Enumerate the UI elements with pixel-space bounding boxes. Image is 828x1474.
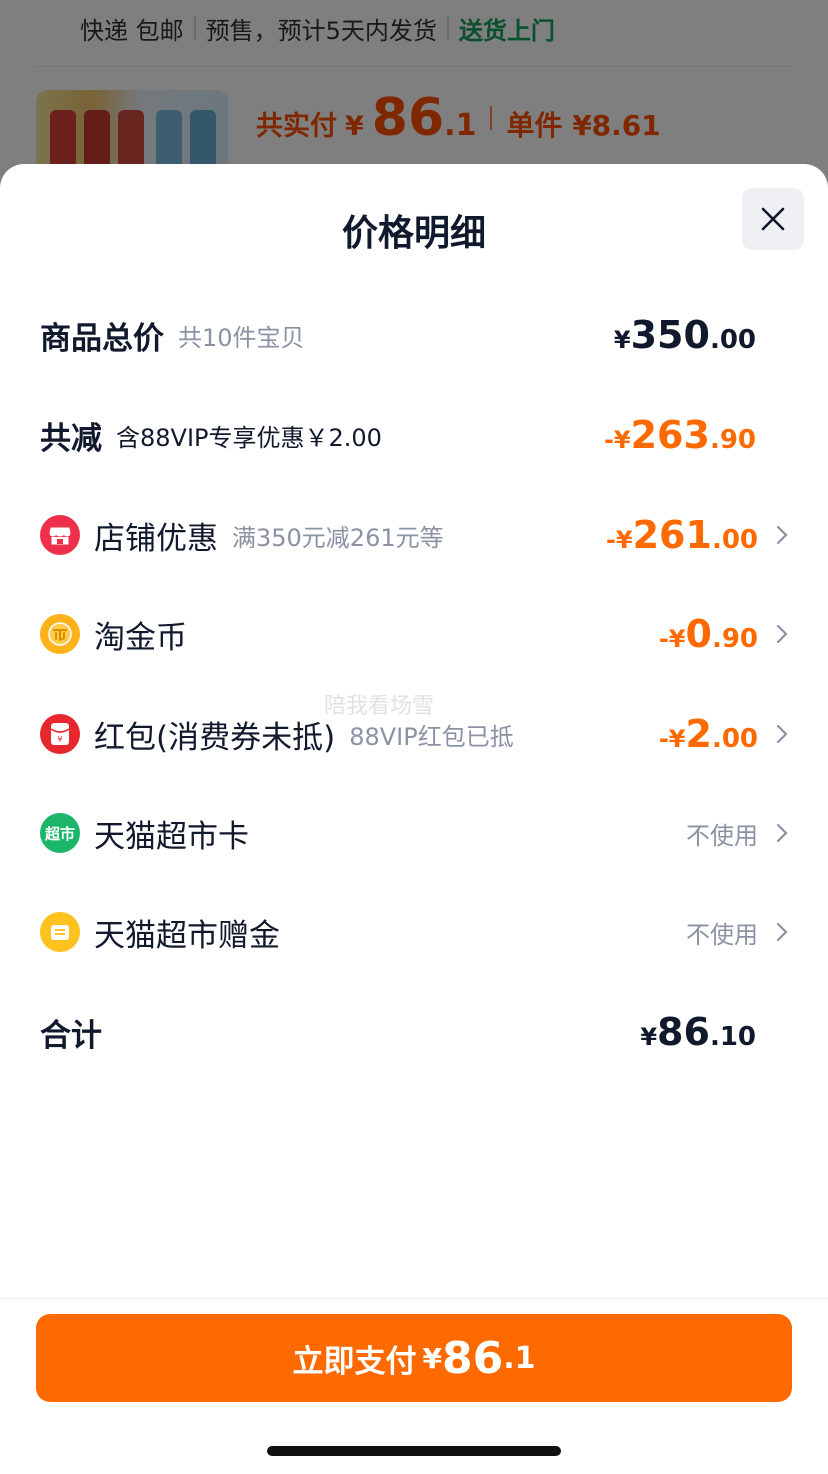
gift-money-value: 不使用 — [686, 920, 758, 949]
taojinbi-label: 淘金币 — [94, 619, 187, 656]
chevron-right-icon — [758, 624, 788, 644]
home-indicator[interactable] — [267, 1446, 561, 1456]
sum-label: 合计 — [40, 1017, 102, 1054]
svg-text:¥: ¥ — [57, 735, 62, 744]
row-red-packet[interactable]: ¥ 红包(消费券未抵) 88VIP红包已抵 -¥ 2 .00 — [40, 704, 788, 764]
sum-amount: ¥ 86 .10 — [640, 1010, 756, 1054]
row-total-price: 商品总价 共10件宝贝 ¥ 350 .00 — [40, 305, 788, 365]
coin-icon — [40, 614, 80, 654]
red-packet-icon: ¥ — [40, 714, 80, 754]
supermarket-card-value: 不使用 — [686, 821, 758, 850]
pay-button-integer: 86 — [441, 1332, 504, 1384]
row-supermarket-card[interactable]: 超市 天猫超市卡 不使用 — [40, 803, 788, 863]
reduction-label: 共减 — [40, 420, 102, 457]
red-packet-note: 88VIP红包已抵 — [349, 722, 514, 751]
gift-money-label: 天猫超市赠金 — [94, 917, 280, 954]
row-taojinbi[interactable]: 淘金币 -¥ 0 .90 — [40, 604, 788, 664]
divider — [0, 1298, 828, 1299]
gift-money-icon — [40, 912, 80, 952]
store-discount-label: 店铺优惠 — [94, 520, 218, 557]
taojinbi-amount: -¥ 0 .90 — [658, 612, 758, 656]
pay-button-decimal: .1 — [503, 1340, 536, 1376]
close-icon — [761, 207, 785, 231]
close-button[interactable] — [742, 188, 804, 250]
chevron-right-icon — [758, 724, 788, 744]
sheet-title: 价格明细 — [341, 213, 486, 254]
red-packet-amount: -¥ 2 .00 — [658, 712, 758, 756]
pay-now-button[interactable]: 立即支付 ¥ 86 .1 — [36, 1314, 792, 1402]
chevron-right-icon — [758, 922, 788, 942]
row-gift-money[interactable]: 天猫超市赠金 不使用 — [40, 902, 788, 962]
total-price-amount: ¥ 350 .00 — [613, 313, 756, 357]
row-store-discount[interactable]: 店铺优惠 满350元减261元等 -¥ 261 .00 — [40, 505, 788, 565]
store-discount-note: 满350元减261元等 — [232, 523, 444, 552]
reduction-amount: -¥ 263 .90 — [603, 413, 756, 457]
chevron-right-icon — [758, 525, 788, 545]
store-discount-amount: -¥ 261 .00 — [605, 513, 758, 557]
supermarket-card-icon: 超市 — [40, 813, 80, 853]
row-sum: 合计 ¥ 86 .10 — [40, 1002, 788, 1062]
reduction-note: 含88VIP专享优惠￥2.00 — [116, 423, 382, 452]
price-detail-sheet: 价格明细 商品总价 共10件宝贝 ¥ 350 .00 共减 含88VIP专享优惠… — [0, 164, 828, 1474]
red-packet-label: 红包(消费券未抵) — [94, 719, 336, 756]
pay-button-currency: ¥ — [422, 1341, 442, 1375]
row-total-reduction: 共减 含88VIP专享优惠￥2.00 -¥ 263 .90 — [40, 405, 788, 465]
store-icon — [40, 515, 80, 555]
chevron-right-icon — [758, 823, 788, 843]
supermarket-card-label: 天猫超市卡 — [94, 818, 249, 855]
pay-button-label: 立即支付 — [292, 1343, 417, 1380]
total-price-label: 商品总价 — [40, 320, 164, 357]
item-count: 共10件宝贝 — [178, 323, 305, 352]
